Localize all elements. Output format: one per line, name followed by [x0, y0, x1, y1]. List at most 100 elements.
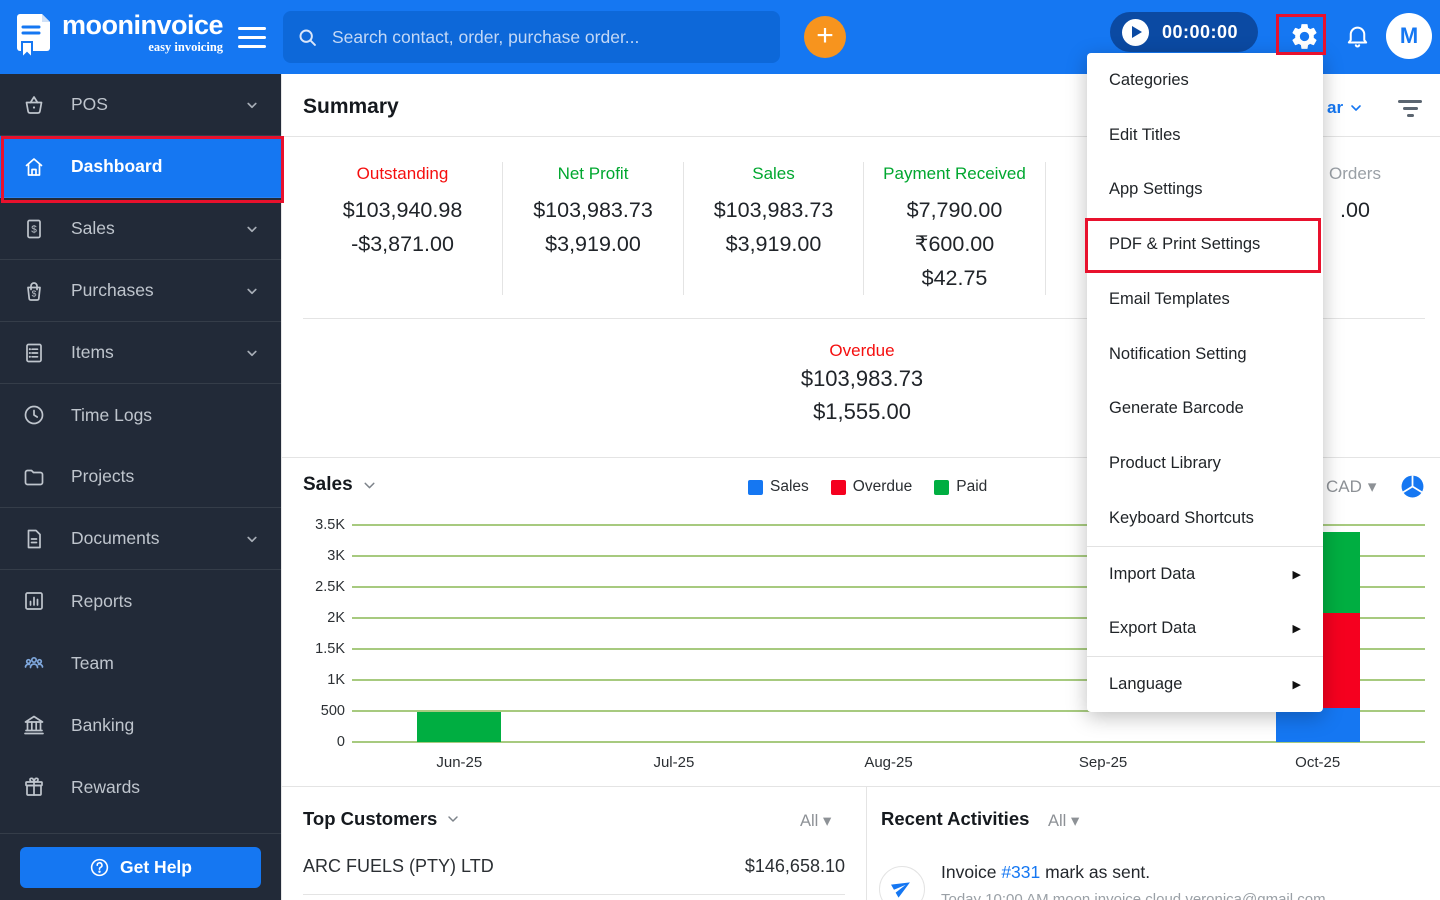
play-icon[interactable] [1122, 18, 1149, 46]
menu-item-pdf-print-settings[interactable]: PDF & Print Settings [1087, 217, 1323, 272]
submenu-arrow-icon: ▶ [1292, 623, 1301, 636]
period-dropdown[interactable]: ar [1327, 98, 1364, 118]
notifications-bell-icon[interactable] [1344, 22, 1371, 49]
user-avatar[interactable]: M [1386, 13, 1432, 59]
currency-dropdown[interactable]: CAD ▾ [1326, 477, 1376, 497]
menu-item-generate-barcode[interactable]: Generate Barcode [1087, 382, 1323, 437]
search-input[interactable] [330, 25, 766, 49]
chevron-down-icon [1351, 105, 1361, 111]
legend-item-overdue[interactable]: Overdue [830, 478, 913, 496]
menu-item-email-templates[interactable]: Email Templates [1087, 272, 1323, 327]
sidebar-item-dashboard[interactable]: Dashboard [0, 136, 281, 198]
menu-item-keyboard-shortcuts[interactable]: Keyboard Shortcuts [1087, 491, 1323, 546]
menu-item-export-data[interactable]: Export Data ▶ [1087, 602, 1323, 657]
customer-row-divider [303, 894, 845, 895]
svg-text:$: $ [32, 288, 37, 298]
sidebar-item-label: Team [71, 652, 114, 673]
submenu-arrow-icon: ▶ [1292, 568, 1301, 581]
get-help-button[interactable]: Get Help [20, 846, 261, 888]
y-axis-tick-label: 1K [327, 672, 345, 688]
menu-item-label: Email Templates [1109, 289, 1230, 308]
recent-activities-title: Recent Activities [881, 808, 1030, 829]
invoice-link[interactable]: #331 [1001, 862, 1040, 882]
x-axis-label: Aug-25 [864, 754, 913, 771]
mooninvoice-dashboard: mooninvoice easy invoicing + 00:00:00 M … [0, 0, 1440, 900]
menu-item-edit-titles[interactable]: Edit Titles [1087, 108, 1323, 163]
sidebar-item-banking[interactable]: Banking [0, 694, 281, 756]
content-left-border [281, 74, 282, 900]
chevron-down-icon [364, 482, 375, 488]
menu-item-import-data[interactable]: Import Data ▶ [1087, 547, 1323, 602]
timer-widget[interactable]: 00:00:00 [1110, 12, 1258, 52]
overdue-label: Overdue [829, 341, 895, 360]
chart-title-dropdown[interactable]: Sales [303, 474, 378, 496]
settings-gear-icon[interactable] [1289, 21, 1320, 52]
chevron-down-icon [243, 96, 261, 114]
sidebar-item-time-logs[interactable]: Time Logs [0, 384, 281, 446]
sidebar-item-label: Reports [71, 590, 133, 611]
legend-item-paid[interactable]: Paid [934, 478, 987, 496]
legend-label: Overdue [852, 478, 913, 495]
chevron-down-icon [243, 344, 261, 362]
customer-name: ARC FUELS (PTY) LTD [303, 856, 494, 876]
overdue-block: Overdue $103,983.73 $1,555.00 [562, 340, 1162, 428]
sidebar-item-label: Sales [71, 218, 115, 238]
menu-item-product-library[interactable]: Product Library [1087, 436, 1323, 491]
home-icon [22, 155, 46, 179]
y-axis-tick-label: 2.5K [315, 579, 345, 595]
metric-value: $103,940.98 [342, 198, 463, 222]
sidebar-item-pos[interactable]: POS [0, 74, 281, 136]
invoice-icon: $ [22, 217, 46, 241]
bar-segment-sales-oct-25 [1275, 707, 1360, 742]
top-customers-filter[interactable]: All ▾ [800, 811, 831, 831]
sidebar-item-rewards[interactable]: Rewards [0, 756, 281, 818]
chevron-down-icon [448, 816, 459, 822]
basket-icon [22, 93, 46, 117]
sidebar-item-sales[interactable]: $ Sales [0, 198, 281, 260]
y-axis-tick-label: 0 [336, 734, 345, 750]
global-search [283, 11, 780, 63]
y-axis-tick-label: 2K [327, 610, 345, 626]
document-icon [22, 527, 46, 551]
summary-metrics-row: Outstanding $103,940.98 -$3,871.00 Net Prof… [303, 162, 1046, 295]
timer-value: 00:00:00 [1162, 21, 1239, 42]
menu-item-app-settings[interactable]: App Settings [1087, 163, 1323, 218]
metric-value: -$3,871.00 [351, 232, 454, 256]
top-customers-title: Top Customers [303, 808, 438, 829]
sidebar-item-team[interactable]: Team [0, 632, 281, 694]
chevron-down-icon [243, 220, 261, 238]
metric-outstanding: Outstanding $103,940.98 -$3,871.00 [303, 162, 503, 295]
hamburger-menu-icon[interactable] [238, 27, 266, 48]
metric-sales: Sales $103,983.73 $3,919.00 [684, 162, 864, 295]
recent-activities-filter[interactable]: All ▾ [1048, 811, 1079, 831]
customer-row[interactable]: ARC FUELS (PTY) LTD $146,658.10 [303, 856, 845, 877]
sidebar-item-label: Time Logs [71, 404, 153, 425]
sidebar-item-projects[interactable]: Projects [0, 446, 281, 508]
menu-item-notification-setting[interactable]: Notification Setting [1087, 327, 1323, 382]
activity-icon-circle [879, 866, 925, 900]
brand-text: mooninvoice easy invoicing [62, 12, 224, 54]
report-icon [22, 589, 46, 613]
sidebar-item-label: Rewards [71, 776, 141, 797]
filter-icon[interactable] [1398, 100, 1422, 117]
sidebar-item-reports[interactable]: Reports [0, 570, 281, 632]
sidebar-item-documents[interactable]: Documents [0, 508, 281, 570]
quick-add-button[interactable]: + [804, 16, 846, 58]
sidebar-item-purchases[interactable]: $ Purchases [0, 260, 281, 322]
sidebar-item-items[interactable]: Items [0, 322, 281, 384]
top-customers-header[interactable]: Top Customers [303, 808, 461, 830]
activity-meta: Today 10:00 AM moon.invoice.cloud.veroni… [941, 891, 1326, 900]
menu-item-categories[interactable]: Categories [1087, 53, 1323, 108]
sidebar-item-label: Purchases [71, 280, 154, 300]
menu-item-label: Categories [1109, 70, 1189, 89]
brand-tagline: easy invoicing [148, 40, 224, 54]
overdue-values: $103,983.73 $1,555.00 [562, 362, 1162, 428]
legend-swatch [748, 479, 763, 495]
menu-item-language[interactable]: Language ▶ [1087, 657, 1323, 712]
get-help-section: Get Help [0, 833, 281, 900]
avatar-initial: M [1399, 23, 1419, 48]
y-axis-tick-label: 3K [327, 548, 345, 564]
menu-item-label: Language [1109, 675, 1183, 694]
pie-chart-toggle-icon[interactable] [1400, 474, 1425, 499]
legend-item-sales[interactable]: Sales [748, 478, 809, 496]
